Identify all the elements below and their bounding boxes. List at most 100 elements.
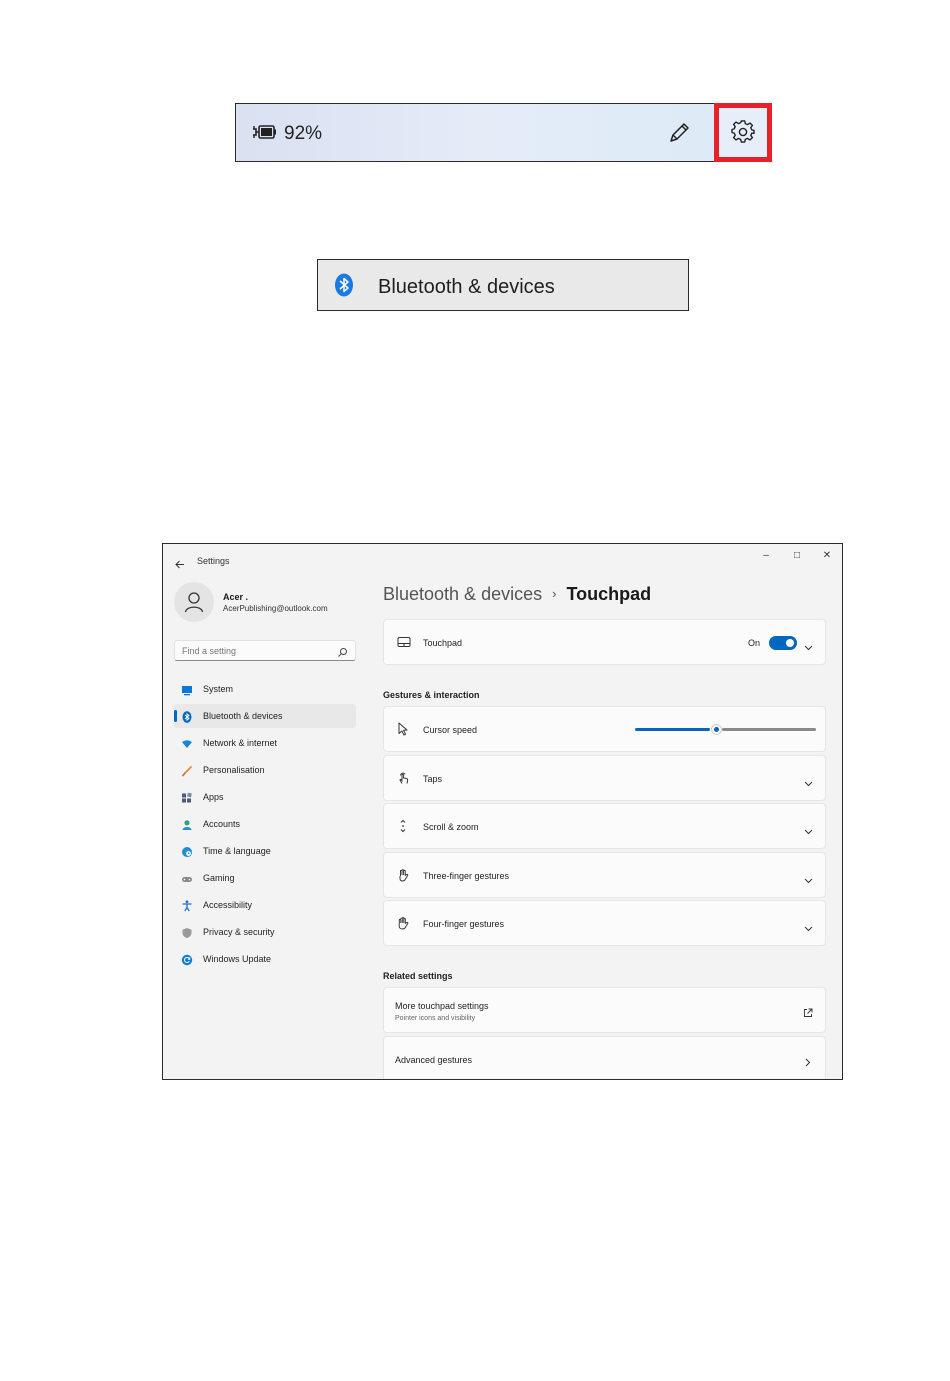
active-indicator xyxy=(174,710,177,722)
more-touchpad-settings-label: More touchpad settings xyxy=(395,1001,489,1011)
settings-window: Settings – □ ✕ Acer . AcerPublishing@out… xyxy=(162,543,843,1080)
breadcrumb-parent[interactable]: Bluetooth & devices xyxy=(383,584,542,604)
external-link-icon[interactable] xyxy=(803,1005,813,1023)
apps-icon xyxy=(181,791,193,803)
person-icon xyxy=(184,592,204,613)
advanced-gestures-card[interactable]: Advanced gestures xyxy=(383,1036,826,1079)
cursor-icon xyxy=(397,722,409,741)
sidebar-item-label: Privacy & security xyxy=(203,927,275,937)
slider-fill xyxy=(635,728,711,731)
four-finger-gestures-label: Four-finger gestures xyxy=(423,919,505,929)
profile-email: AcerPublishing@outlook.com xyxy=(223,604,328,613)
touchpad-card[interactable]: Touchpad On xyxy=(383,619,826,665)
pencil-icon[interactable] xyxy=(666,120,692,151)
battery-percentage: 92% xyxy=(284,123,323,144)
search-input[interactable]: Find a setting xyxy=(174,640,356,661)
back-arrow-icon[interactable] xyxy=(175,556,185,574)
bluetooth-devices-tile[interactable]: Bluetooth & devices xyxy=(317,259,689,311)
taps-card[interactable]: Taps xyxy=(383,755,826,801)
sidebar-item-label: Apps xyxy=(203,792,224,802)
search-icon xyxy=(337,645,348,663)
page-title: Touchpad xyxy=(566,584,652,604)
toggle-state-text: On xyxy=(748,638,761,648)
sidebar-item-label: Gaming xyxy=(203,873,235,883)
four-finger-icon xyxy=(397,916,411,935)
update-icon xyxy=(181,953,193,966)
gestures-section-title: Gestures & interaction xyxy=(383,690,480,700)
wifi-icon xyxy=(181,737,193,749)
sidebar-item-privacy-security[interactable]: Privacy & security xyxy=(174,920,356,944)
sidebar-item-label: Bluetooth & devices xyxy=(203,711,283,721)
sidebar-nav: System Bluetooth & devices Network & int… xyxy=(174,677,356,974)
scroll-zoom-label: Scroll & zoom xyxy=(423,822,479,832)
close-button[interactable]: ✕ xyxy=(816,550,838,566)
sidebar-item-label: Network & internet xyxy=(203,738,278,748)
sidebar-item-system[interactable]: System xyxy=(174,677,356,701)
sidebar-item-network-internet[interactable]: Network & internet xyxy=(174,731,356,755)
title-bar: Settings – □ ✕ xyxy=(163,544,842,578)
bluetooth-icon xyxy=(334,273,354,302)
bluetooth-icon xyxy=(181,710,193,723)
sidebar-item-label: Personalisation xyxy=(203,765,265,775)
sidebar-item-windows-update[interactable]: Windows Update xyxy=(174,947,356,971)
chevron-down-icon[interactable] xyxy=(804,774,813,792)
sidebar-item-label: Accessibility xyxy=(203,900,253,910)
bluetooth-devices-label: Bluetooth & devices xyxy=(378,276,555,298)
globe-clock-icon xyxy=(181,845,193,857)
controller-icon xyxy=(181,872,193,884)
cursor-speed-card: Cursor speed xyxy=(383,706,826,752)
chevron-right-icon[interactable] xyxy=(805,1054,811,1072)
app-title: Settings xyxy=(197,556,230,566)
taps-label: Taps xyxy=(423,774,443,784)
sidebar-item-personalisation[interactable]: Personalisation xyxy=(174,758,356,782)
chevron-down-icon[interactable] xyxy=(804,638,813,656)
touchpad-icon xyxy=(397,635,411,653)
sidebar-item-label: Windows Update xyxy=(203,954,272,964)
breadcrumb: Bluetooth & devices › Touchpad xyxy=(383,584,651,605)
more-touchpad-settings-subtitle: Pointer icons and visibility xyxy=(395,1015,476,1022)
chevron-down-icon[interactable] xyxy=(804,871,813,889)
person-icon xyxy=(181,818,193,830)
scroll-icon xyxy=(397,819,409,838)
related-settings-title: Related settings xyxy=(383,971,453,981)
sidebar-item-apps[interactable]: Apps xyxy=(174,785,356,809)
tap-icon xyxy=(397,771,410,790)
advanced-gestures-label: Advanced gestures xyxy=(395,1055,473,1065)
avatar xyxy=(174,582,214,622)
more-touchpad-settings-card[interactable]: More touchpad settings Pointer icons and… xyxy=(383,987,826,1033)
sidebar-item-label: Time & language xyxy=(203,846,271,856)
search-placeholder: Find a setting xyxy=(182,646,237,656)
scroll-zoom-card[interactable]: Scroll & zoom xyxy=(383,803,826,849)
sidebar-item-label: System xyxy=(203,684,234,694)
breadcrumb-separator: › xyxy=(552,586,557,601)
sidebar-item-bluetooth-devices[interactable]: Bluetooth & devices xyxy=(174,704,356,728)
three-finger-gestures-label: Three-finger gestures xyxy=(423,871,510,881)
three-finger-icon xyxy=(397,868,411,887)
maximize-button[interactable]: □ xyxy=(786,550,808,566)
slider-thumb[interactable] xyxy=(712,725,722,734)
accessibility-icon xyxy=(181,899,193,912)
brush-icon xyxy=(181,764,193,777)
slider-track xyxy=(722,728,816,731)
chevron-down-icon[interactable] xyxy=(804,919,813,937)
cursor-speed-slider[interactable] xyxy=(635,725,816,734)
chevron-down-icon[interactable] xyxy=(804,822,813,840)
quick-settings-bar: 92% xyxy=(235,103,772,162)
settings-button[interactable] xyxy=(714,103,772,162)
touchpad-label: Touchpad xyxy=(423,638,463,648)
sidebar-item-gaming[interactable]: Gaming xyxy=(174,866,356,890)
four-finger-gestures-card[interactable]: Four-finger gestures xyxy=(383,900,826,946)
sidebar-item-label: Accounts xyxy=(203,819,241,829)
sidebar-item-accounts[interactable]: Accounts xyxy=(174,812,356,836)
sidebar-item-time-language[interactable]: Time & language xyxy=(174,839,356,863)
three-finger-gestures-card[interactable]: Three-finger gestures xyxy=(383,852,826,898)
cursor-speed-label: Cursor speed xyxy=(423,725,478,735)
sidebar-item-accessibility[interactable]: Accessibility xyxy=(174,893,356,917)
monitor-icon xyxy=(181,683,193,696)
toggle-knob xyxy=(786,639,794,647)
battery-charging-icon xyxy=(252,121,278,148)
touchpad-toggle[interactable] xyxy=(769,636,797,650)
shield-icon xyxy=(181,926,193,938)
profile-name: Acer . xyxy=(223,592,249,602)
minimize-button[interactable]: – xyxy=(755,550,777,566)
